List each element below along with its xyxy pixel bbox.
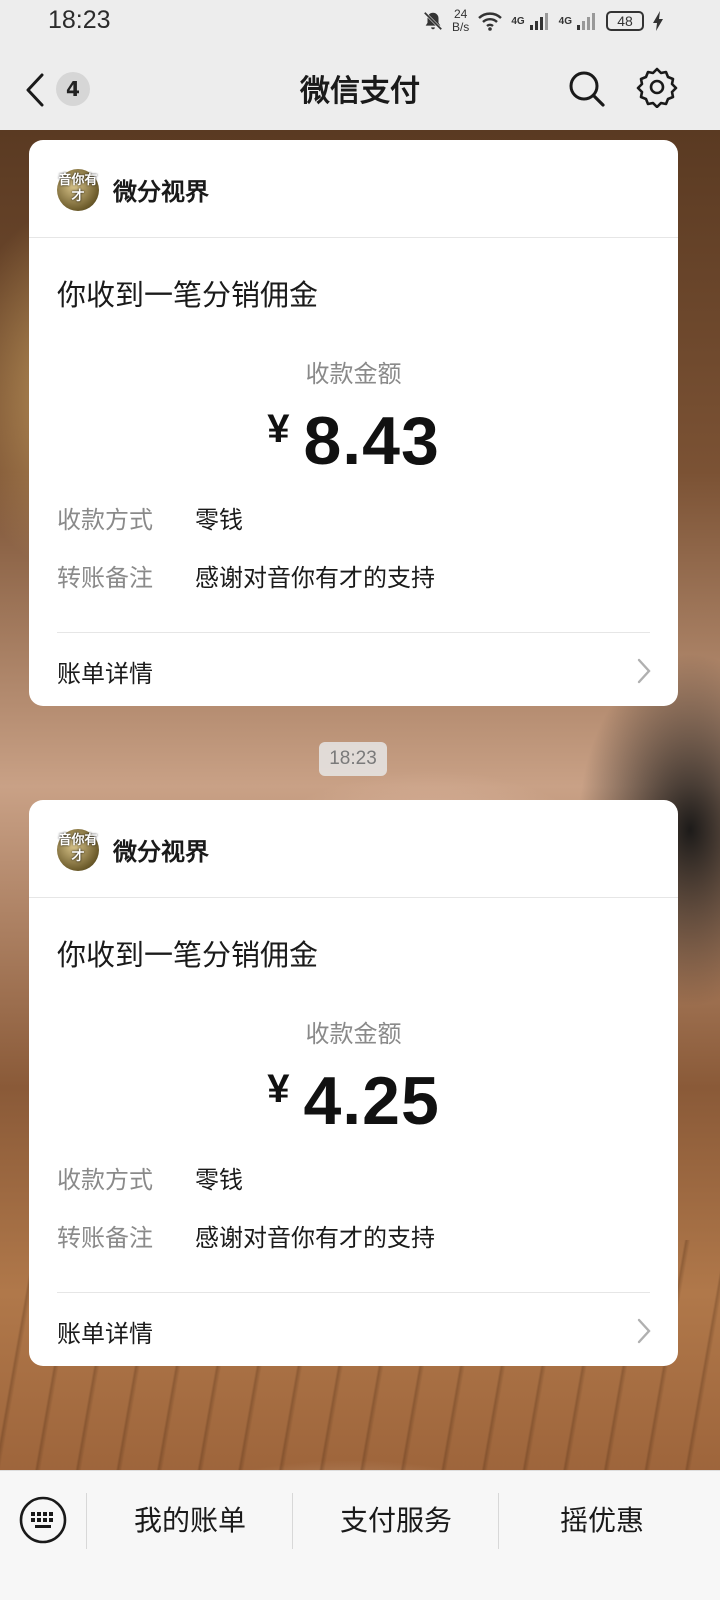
menu-payment-services[interactable]: 支付服务	[294, 1489, 498, 1553]
chevron-right-icon	[637, 1318, 651, 1344]
card-header: 音你有才 微分视界	[29, 800, 678, 898]
transfer-remark-row: 转账备注 感谢对音你有才的支持	[57, 558, 435, 593]
notice-title: 你收到一笔分销佣金	[57, 278, 319, 312]
payment-method-row: 收款方式 零钱	[57, 500, 243, 535]
currency-symbol: ¥	[267, 1067, 290, 1111]
chevron-right-icon	[637, 658, 651, 684]
charging-bolt-icon	[653, 11, 663, 31]
divider	[57, 632, 650, 633]
divider	[57, 1292, 650, 1293]
transfer-remark-label: 转账备注	[57, 564, 153, 592]
status-time: 18:23	[48, 6, 111, 34]
payment-method-value: 零钱	[195, 1166, 243, 1194]
network-speed: 24 B/s	[452, 8, 469, 34]
bill-detail-label: 账单详情	[57, 1320, 153, 1348]
transfer-remark-value: 感谢对音你有才的支持	[195, 564, 435, 592]
bottom-menu-bar: 我的账单 支付服务 摇优惠	[0, 1470, 720, 1600]
currency-symbol: ¥	[267, 407, 290, 451]
payment-method-label: 收款方式	[57, 506, 153, 534]
status-bar: 18:23 24 B/s 4G 4G 48	[0, 0, 720, 46]
signal-icon-1	[529, 13, 548, 30]
transfer-remark-row: 转账备注 感谢对音你有才的支持	[57, 1218, 435, 1253]
menu-shake-offers[interactable]: 摇优惠	[500, 1489, 704, 1553]
amount-number: 8.43	[303, 403, 440, 479]
menu-separator	[86, 1493, 87, 1549]
gear-icon[interactable]	[636, 66, 678, 108]
battery-indicator: 48	[606, 11, 644, 31]
payment-notice-card[interactable]: 音你有才 微分视界 你收到一笔分销佣金 收款金额 ¥4.25 收款方式 零钱 转…	[29, 800, 678, 1366]
menu-my-bills[interactable]: 我的账单	[88, 1489, 292, 1553]
search-icon[interactable]	[566, 68, 606, 108]
bill-detail-label: 账单详情	[57, 660, 153, 688]
transfer-remark-value: 感谢对音你有才的支持	[195, 1224, 435, 1252]
amount-label: 收款金额	[305, 1020, 402, 1048]
source-name: 微分视界	[113, 838, 209, 866]
amount-number: 4.25	[303, 1063, 440, 1139]
signal-icon-2	[577, 13, 595, 30]
page-title: 微信支付	[300, 74, 420, 109]
mute-bell-icon	[423, 11, 443, 31]
source-name: 微分视界	[113, 178, 209, 206]
avatar: 音你有才	[57, 169, 99, 211]
notice-title: 你收到一笔分销佣金	[57, 938, 319, 972]
avatar: 音你有才	[57, 829, 99, 871]
network-type-2: 4G	[558, 15, 572, 27]
bill-detail-link[interactable]: 账单详情	[29, 634, 678, 706]
transfer-remark-label: 转账备注	[57, 1224, 153, 1252]
wifi-icon	[478, 12, 503, 31]
card-header: 音你有才 微分视界	[29, 140, 678, 238]
message-timestamp: 18:23	[319, 742, 387, 776]
payment-notice-card[interactable]: 音你有才 微分视界 你收到一笔分销佣金 收款金额 ¥8.43 收款方式 零钱 转…	[29, 140, 678, 706]
network-type-1: 4G	[511, 15, 525, 27]
menu-separator	[498, 1493, 499, 1549]
keyboard-icon[interactable]	[18, 1495, 68, 1545]
bill-detail-link[interactable]: 账单详情	[29, 1294, 678, 1366]
status-icons: 24 B/s 4G 4G 48	[422, 8, 664, 34]
amount-label: 收款金额	[305, 360, 402, 388]
nav-bar: 4 微信支付	[0, 46, 720, 130]
menu-separator	[292, 1493, 293, 1549]
amount-value: ¥8.43	[29, 402, 678, 480]
payment-method-row: 收款方式 零钱	[57, 1160, 243, 1195]
payment-method-label: 收款方式	[57, 1166, 153, 1194]
payment-method-value: 零钱	[195, 506, 243, 534]
network-speed-unit: B/s	[451, 20, 470, 34]
amount-value: ¥4.25	[29, 1062, 678, 1140]
